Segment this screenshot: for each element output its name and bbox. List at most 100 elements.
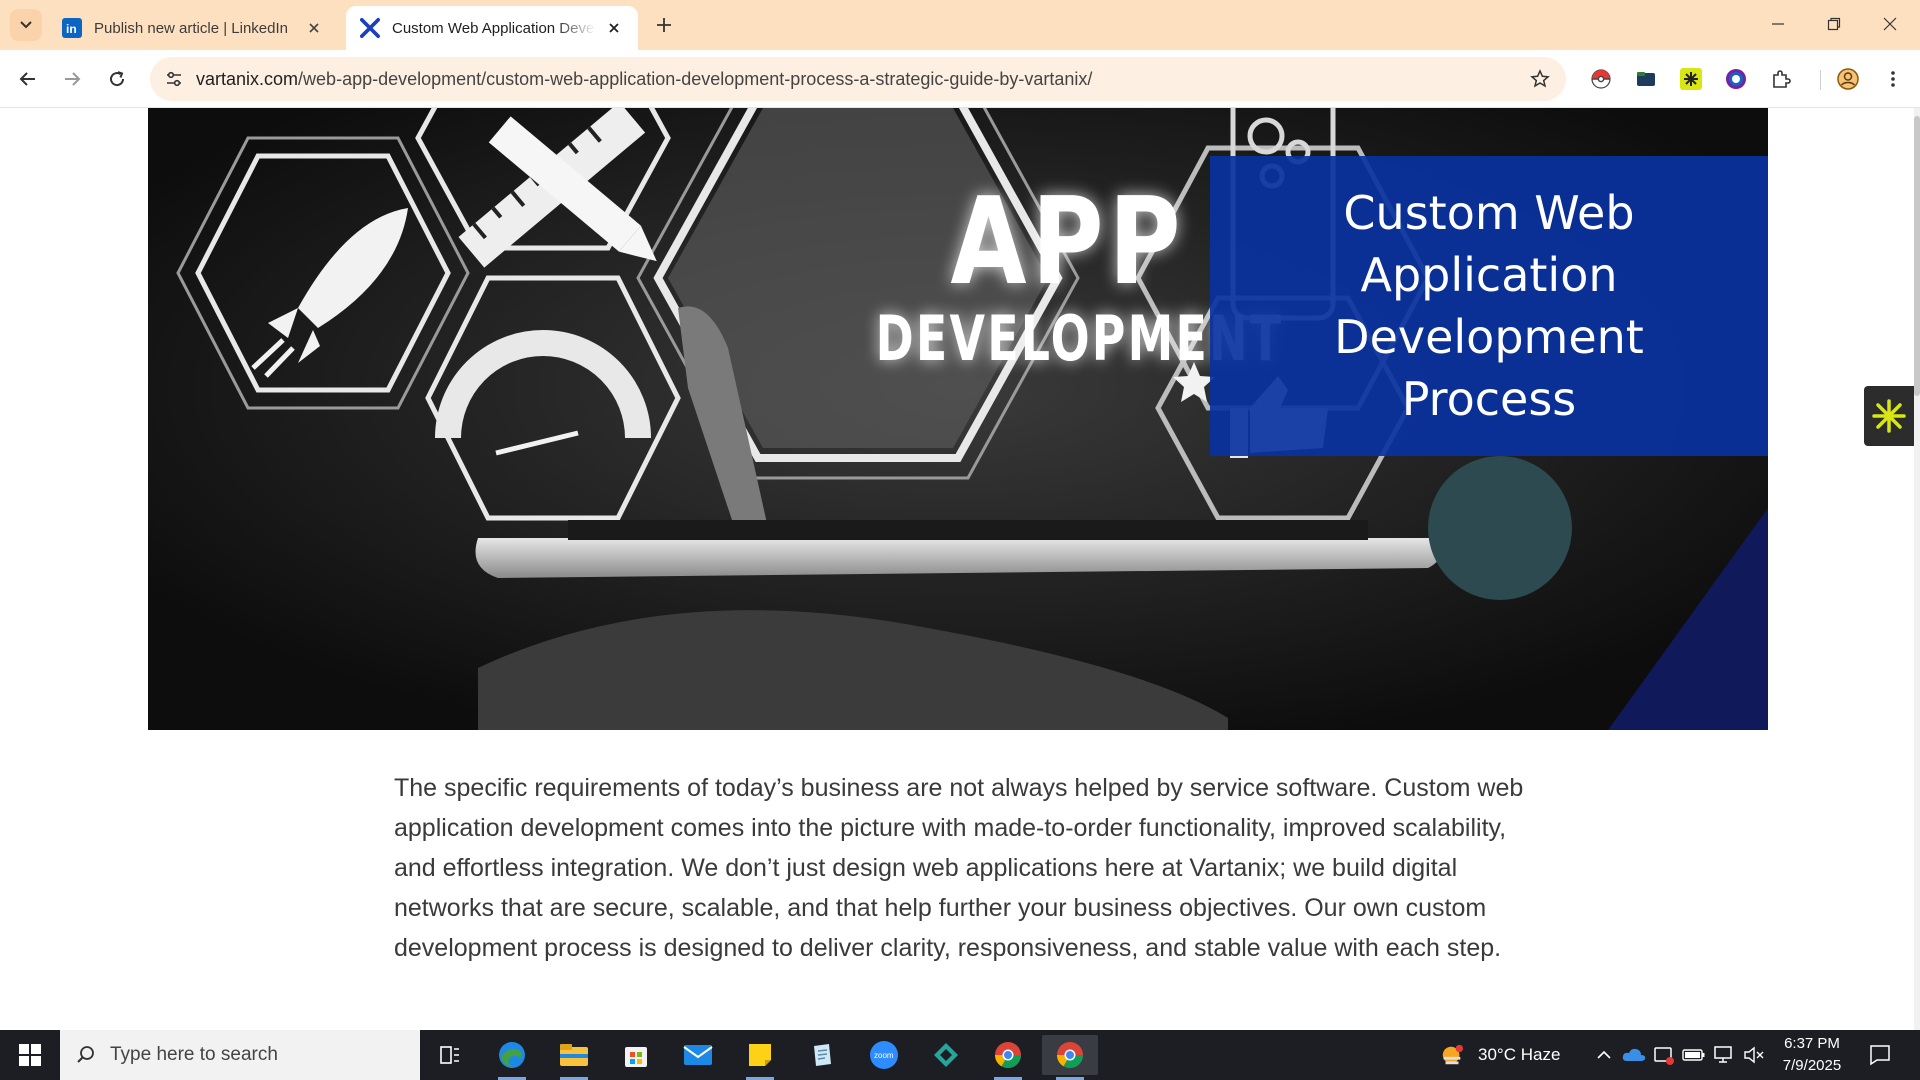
extension-folder[interactable]	[1631, 64, 1661, 94]
taskbar-notepad[interactable]	[794, 1035, 850, 1075]
zoom-icon: zoom	[870, 1041, 898, 1069]
volume-muted-icon[interactable]	[1742, 1043, 1766, 1067]
windows-taskbar: Type here to search zoom 30°C Haze 6:37 …	[0, 1030, 1920, 1080]
asterisk-icon	[1872, 399, 1906, 433]
profile-icon	[1837, 68, 1859, 90]
chrome-icon	[1056, 1042, 1084, 1069]
chrome-icon	[994, 1042, 1022, 1069]
weather-icon[interactable]	[1440, 1043, 1464, 1067]
store-icon	[625, 1047, 647, 1067]
vartanix-icon	[360, 18, 380, 38]
notifications-button[interactable]	[1868, 1043, 1892, 1067]
url-text[interactable]: vartanix.com/web-app-development/custom-…	[196, 57, 1092, 101]
clock-date: 7/9/2025	[1782, 1057, 1842, 1074]
mail-icon	[683, 1045, 713, 1065]
arrow-left-icon	[19, 72, 35, 86]
profile-button[interactable]	[1833, 64, 1863, 94]
taskbar-mail[interactable]	[670, 1035, 726, 1075]
taskbar-edge[interactable]	[484, 1035, 540, 1080]
taskbar-sticky-notes[interactable]	[732, 1035, 788, 1080]
close-icon	[1883, 17, 1897, 31]
taskbar-clock[interactable]: 6:37 PM 7/9/2025	[1766, 1033, 1858, 1077]
extensions-button[interactable]	[1766, 64, 1796, 94]
star-outline-icon	[1530, 69, 1550, 88]
taskbar-zoom[interactable]: zoom	[856, 1035, 912, 1075]
tab-strip: in Publish new article | LinkedIn Custom…	[0, 0, 1920, 50]
tab-linkedin[interactable]: in Publish new article | LinkedIn	[48, 6, 338, 50]
network-icon[interactable]	[1712, 1043, 1736, 1067]
chevron-down-icon	[20, 21, 32, 29]
floating-widget-button[interactable]	[1864, 386, 1914, 446]
battery-icon[interactable]	[1682, 1043, 1706, 1067]
bookmark-button[interactable]	[1526, 65, 1554, 93]
plus-icon	[657, 18, 671, 32]
restore-icon	[1827, 17, 1841, 31]
minimize-button[interactable]	[1750, 0, 1806, 48]
tab-vartanix[interactable]: Custom Web Application Development Proce…	[346, 6, 638, 50]
tab-title: Publish new article | LinkedIn	[94, 19, 289, 37]
new-tab-button[interactable]	[650, 11, 678, 39]
close-tab-icon[interactable]	[604, 18, 624, 38]
restore-button[interactable]	[1806, 0, 1862, 48]
onedrive-icon[interactable]	[1622, 1043, 1646, 1067]
security-icon[interactable]	[1652, 1043, 1676, 1067]
taskbar-app-diamond[interactable]	[918, 1035, 974, 1075]
forward-button[interactable]	[56, 63, 88, 95]
sticky-notes-icon	[749, 1044, 771, 1066]
browser-toolbar: vartanix.com/web-app-development/custom-…	[0, 50, 1920, 108]
extension-pokeball[interactable]	[1586, 64, 1616, 94]
url-host: vartanix.com	[196, 69, 299, 89]
windows-logo-icon	[19, 1044, 41, 1066]
browser-menu-button[interactable]	[1878, 64, 1908, 94]
extension-color[interactable]	[1721, 64, 1751, 94]
scrollbar-thumb[interactable]	[1914, 116, 1920, 396]
start-button[interactable]	[0, 1030, 60, 1080]
asterisk-icon	[1680, 68, 1702, 90]
pokeball-icon	[1591, 69, 1611, 89]
taskbar-store[interactable]	[608, 1035, 664, 1075]
puzzle-icon	[1773, 70, 1791, 88]
taskbar-chrome-profile-2[interactable]	[1042, 1035, 1098, 1080]
toolbar-divider	[1820, 70, 1821, 90]
task-view-icon	[440, 1046, 459, 1064]
taskbar-search-text: Type here to search	[110, 1044, 278, 1065]
edge-icon	[499, 1042, 525, 1068]
show-hidden-icons-button[interactable]	[1592, 1043, 1616, 1067]
tune-icon	[167, 71, 181, 87]
task-view-button[interactable]	[422, 1035, 478, 1075]
reload-button[interactable]	[101, 63, 133, 95]
weather-text[interactable]: 30°C Haze	[1478, 1045, 1560, 1065]
decorative-circle	[1428, 456, 1572, 600]
tab-search-button[interactable]	[10, 9, 42, 41]
taskbar-chrome-profile-1[interactable]	[980, 1035, 1036, 1080]
close-window-button[interactable]	[1862, 0, 1918, 48]
tab-title: Custom Web Application Development Proce…	[392, 19, 596, 37]
folder-icon	[1637, 72, 1655, 86]
linkedin-icon: in	[62, 18, 82, 38]
hero-panel-text: Custom Web Application Development Proce…	[1334, 186, 1644, 426]
page-viewport: APP DEVELOPMENT Custom Web Application D…	[0, 108, 1920, 1030]
page-scrollbar[interactable]	[1914, 108, 1920, 1030]
taskbar-search[interactable]: Type here to search	[60, 1030, 420, 1080]
reload-icon	[110, 71, 125, 87]
close-tab-icon[interactable]	[304, 18, 324, 38]
diamond-app-icon	[934, 1043, 958, 1067]
taskbar-file-explorer[interactable]	[546, 1035, 602, 1080]
folder-icon	[560, 1044, 588, 1066]
url-path: /web-app-development/custom-web-applicat…	[298, 69, 1093, 89]
minimize-icon	[1772, 23, 1784, 25]
notification-icon	[1870, 1045, 1890, 1066]
back-button[interactable]	[12, 63, 44, 95]
search-icon	[77, 1046, 94, 1063]
clock-time: 6:37 PM	[1784, 1035, 1840, 1052]
svg-text:zoom: zoom	[874, 1051, 894, 1060]
site-info-button[interactable]	[160, 65, 188, 93]
svg-text:in: in	[66, 22, 77, 36]
color-wheel-icon	[1726, 69, 1746, 89]
extension-asterisk[interactable]	[1676, 64, 1706, 94]
hero-image: APP DEVELOPMENT Custom Web Application D…	[148, 108, 1768, 730]
hero-title-panel: Custom Web Application Development Proce…	[1210, 156, 1768, 456]
article-paragraph: The specific requirements of today’s bus…	[394, 774, 1524, 962]
address-bar[interactable]: vartanix.com/web-app-development/custom-…	[150, 57, 1566, 101]
notepad-icon	[814, 1044, 831, 1066]
